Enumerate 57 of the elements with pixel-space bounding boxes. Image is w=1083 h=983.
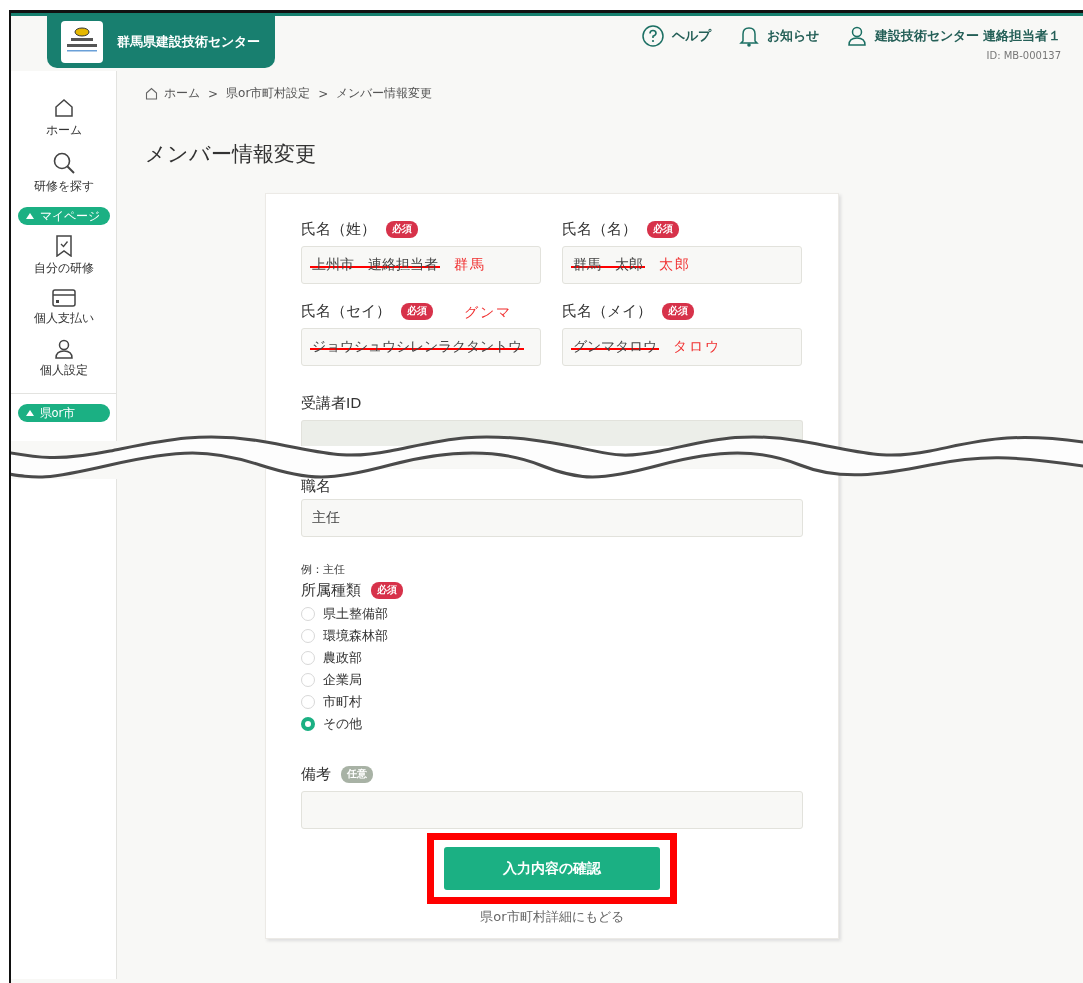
field-label: 氏名（セイ） — [301, 301, 391, 321]
site-title: 群馬県建設技術センター — [117, 33, 260, 51]
required-badge: 必須 — [662, 302, 694, 320]
breadcrumb-separator: > — [318, 86, 329, 101]
help-icon[interactable] — [641, 25, 664, 47]
field-label: 氏名（メイ） — [562, 301, 652, 321]
person-icon[interactable] — [53, 339, 74, 359]
radio-label[interactable]: 県土整備部 — [323, 605, 388, 623]
nav-link[interactable]: ホーム — [45, 123, 82, 138]
required-badge: 必須 — [386, 220, 418, 238]
bell-icon[interactable] — [738, 25, 759, 47]
nav-link[interactable]: 研修を探す — [33, 179, 94, 194]
correction-note: タロウ — [673, 338, 721, 356]
nav-link[interactable]: 個人設定 — [39, 363, 88, 378]
field-label: 備考 — [301, 764, 331, 784]
user-name[interactable]: 建設技術センター 連絡担当者１ — [874, 27, 1061, 45]
radio-label[interactable]: 環境森林部 — [323, 627, 388, 645]
breadcrumb-item: メンバー情報変更 — [336, 85, 433, 102]
field-label: 氏名（名） — [562, 219, 637, 239]
user-icon[interactable] — [846, 26, 867, 46]
breadcrumb-item[interactable]: ホーム — [164, 85, 200, 102]
breadcrumb-item[interactable]: 県or市町村設定 — [226, 85, 311, 102]
header-link[interactable]: お知らせ — [766, 27, 819, 45]
correction-note: グンマ — [464, 304, 512, 322]
radio-label[interactable]: 市町村 — [323, 693, 362, 711]
field-label: 氏名（姓） — [301, 219, 376, 239]
radio-label[interactable]: 農政部 — [323, 649, 362, 667]
field-label: 受講者ID — [301, 393, 362, 413]
nav-link[interactable]: 自分の研修 — [33, 261, 94, 276]
logo-icon — [61, 21, 103, 63]
optional-badge: 任意 — [341, 765, 373, 783]
field-label: 職名 — [301, 476, 331, 496]
required-badge: 必須 — [371, 581, 403, 599]
required-badge: 必須 — [647, 220, 679, 238]
required-badge: 必須 — [401, 302, 433, 320]
radio-button[interactable] — [301, 717, 315, 731]
text-field[interactable]: 主任 — [301, 499, 803, 537]
remarks-field[interactable] — [301, 791, 803, 829]
brand-tab[interactable]: 群馬県建設技術センター — [47, 16, 275, 68]
home-icon[interactable] — [52, 97, 75, 119]
correction-note: 群馬 — [454, 256, 486, 274]
radio-label[interactable]: 企業局 — [323, 671, 362, 689]
field-value: 主任 — [312, 509, 340, 527]
page-title: メンバー情報変更 — [145, 141, 317, 168]
user-id: ID: MB-000137 — [986, 50, 1061, 61]
home-icon — [145, 87, 158, 100]
correction-note: 太郎 — [659, 256, 691, 274]
radio-label[interactable]: その他 — [323, 715, 362, 733]
nav-link[interactable]: 個人支払い — [33, 311, 94, 326]
breadcrumb-separator: > — [208, 86, 219, 101]
header-link[interactable]: ヘルプ — [671, 27, 711, 45]
search-icon[interactable] — [51, 151, 76, 175]
credit-card-icon[interactable] — [51, 289, 76, 307]
field-label: 所属種類 — [301, 580, 361, 600]
bookmark-check-icon[interactable] — [54, 235, 73, 257]
back-link[interactable]: 県or市町村詳細にもどる — [480, 908, 624, 926]
field-hint: 例：主任 — [301, 562, 346, 577]
